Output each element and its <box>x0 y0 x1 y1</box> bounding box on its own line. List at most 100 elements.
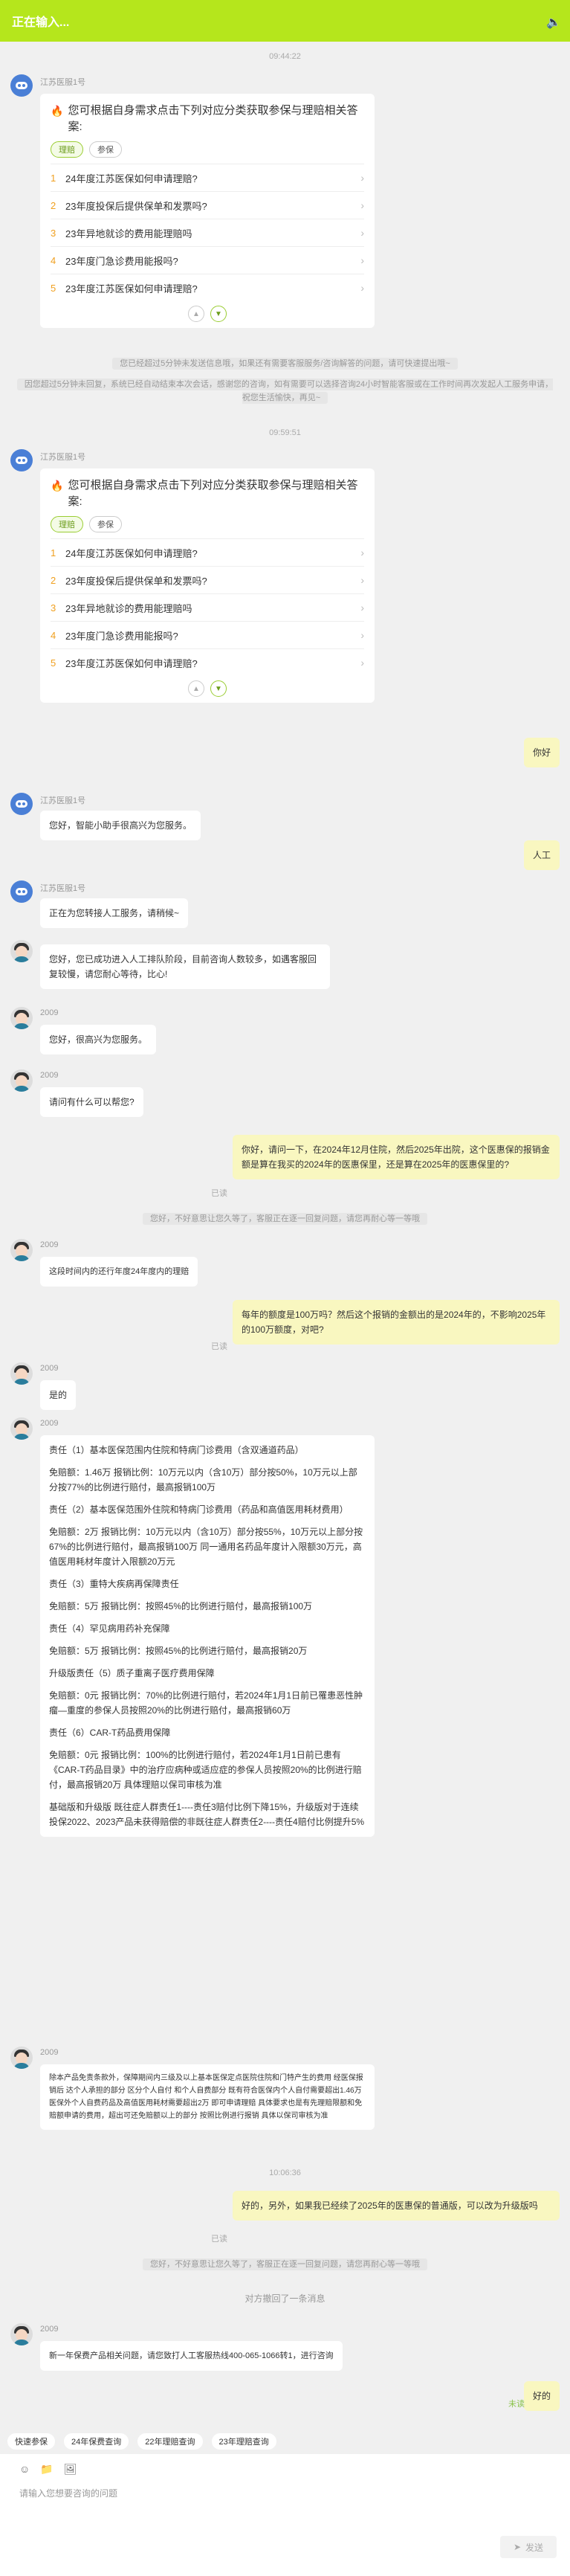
sender-name: 2009 <box>40 1008 59 1017</box>
quick-action-button[interactable]: 快速参保 <box>7 2433 55 2450</box>
chevron-right-icon: › <box>360 629 364 641</box>
chevron-right-icon: › <box>360 602 364 614</box>
user-message: 每年的额度是100万吗？然后这个报销的金额出的是2024年的，不影响2025年的… <box>233 1300 560 1345</box>
tag-claim[interactable]: 理赔 <box>51 141 83 158</box>
agent-avatar <box>10 1069 33 1092</box>
read-status: 已读 <box>211 1189 227 1198</box>
agent-message: 请问有什么可以帮您? <box>40 1087 143 1117</box>
chevron-right-icon: › <box>360 172 364 184</box>
tag-insure[interactable]: 参保 <box>89 141 122 158</box>
sender-name: 2009 <box>40 1071 59 1080</box>
faq-card: 🔥 您可根据自身需求点击下列对应分类获取参保与理赔相关答案: 理赔 参保 1 24年… <box>40 94 375 328</box>
chevron-right-icon: › <box>360 282 364 294</box>
agent-message: 责任（1）基本医保范围内住院和特病门诊费用（含双通道药品） 免赔额：1.46万 … <box>40 1435 375 1837</box>
agent-avatar <box>10 1007 33 1029</box>
chevron-right-icon: › <box>360 574 364 586</box>
user-message: 人工 <box>523 840 560 870</box>
send-button[interactable]: ➤ 发送 <box>500 2536 557 2558</box>
user-message: 你好 <box>523 738 560 767</box>
chevron-right-icon: › <box>360 547 364 558</box>
agent-avatar <box>10 940 33 962</box>
sender-name: 2009 <box>40 1419 59 1428</box>
fire-icon: 🔥 <box>51 480 64 492</box>
emoji-icon[interactable]: ☺ <box>19 2463 30 2476</box>
quick-action-button[interactable]: 22年理赔查询 <box>137 2433 203 2450</box>
chevron-up-icon[interactable]: ▲ <box>188 306 204 322</box>
input-bar: ☺ 📁 🖼 请输入您想要咨询的问题 ➤ 发送 <box>0 2454 570 2576</box>
user-message: 好的，另外，如果我已经续了2025年的医惠保的普通版，可以改为升级版吗 <box>233 2191 560 2221</box>
agent-avatar <box>10 1362 33 1385</box>
agent-message: 这段时间内的还行年度24年度内的理赔 <box>40 1257 198 1287</box>
quick-action-button[interactable]: 24年保费查询 <box>64 2433 129 2450</box>
system-notice: 您好，不好意思让您久等了，客服正在逐一回复问题，请您再耐心等一等哦 <box>15 1212 555 1226</box>
chevron-right-icon: › <box>360 254 364 266</box>
agent-avatar <box>10 2323 33 2345</box>
faq-item[interactable]: 1 24年度江苏医保如何申请理赔? › <box>51 538 364 566</box>
faq-card: 🔥 您可根据自身需求点击下列对应分类获取参保与理赔相关答案: 理赔 参保 1 24年… <box>40 468 375 703</box>
chevron-down-icon[interactable]: ▼ <box>210 306 227 322</box>
faq-question: 您可根据自身需求点击下列对应分类获取参保与理赔相关答案: <box>68 479 358 508</box>
faq-item[interactable]: 4 23年度门急诊费用能报吗? › <box>51 621 364 648</box>
bot-avatar <box>10 793 33 815</box>
sender-name: 2009 <box>40 2325 59 2334</box>
agent-message: 您好，您已成功进入人工排队阶段，目前咨询人数较多，如遇客服回复较慢，请您耐心等待… <box>40 944 330 989</box>
timestamp: 09:59:51 <box>269 428 301 437</box>
read-status: 已读 <box>211 1342 227 1351</box>
faq-item[interactable]: 1 24年度江苏医保如何申请理赔? › <box>51 164 364 191</box>
faq-item[interactable]: 5 23年度江苏医保如何申请理赔? › <box>51 274 364 301</box>
sender-name: 江苏医服1号 <box>40 453 86 462</box>
chevron-right-icon: › <box>360 227 364 239</box>
tag-insure[interactable]: 参保 <box>89 516 122 532</box>
sender-name: 2009 <box>40 2048 59 2057</box>
agent-message: 新一年保费产品相关问题，请您致打人工客服热线400-065-1066转1，进行咨… <box>40 2341 343 2371</box>
faq-item[interactable]: 5 23年度江苏医保如何申请理赔? › <box>51 648 364 676</box>
message-input[interactable]: 请输入您想要咨询的问题 <box>19 2487 117 2499</box>
send-icon: ➤ <box>513 2542 522 2552</box>
unread-status: 未读 <box>508 2400 525 2409</box>
bot-message: 您好，智能小助手很高兴为您服务。 <box>40 811 201 840</box>
faq-item[interactable]: 2 23年度投保后提供保单和发票吗? › <box>51 191 364 219</box>
sender-name: 2009 <box>40 1240 59 1249</box>
chat-area[interactable]: 09:44:22 江苏医服1号 🔥 您可根据自身需求点击下列对应分类获取参保与理赔… <box>0 42 570 2451</box>
agent-avatar <box>10 2047 33 2069</box>
faq-item[interactable]: 3 23年异地就诊的费用能理赔吗 › <box>51 219 364 246</box>
read-status: 已读 <box>211 2235 227 2244</box>
agent-message: 您好，很高兴为您服务。 <box>40 1025 157 1054</box>
sender-name: 江苏医服1号 <box>40 78 86 87</box>
quick-actions: 快速参保 24年保费查询 22年理赔查询 23年理赔查询 <box>0 2430 570 2453</box>
speaker-icon[interactable]: 🔈 <box>546 15 561 29</box>
system-notice: 因您超过5分钟未回复，系统已经自动结束本次会话，感谢您的咨询，如有需要可以选择咨… <box>15 378 555 405</box>
system-notice: 您好，不好意思让您久等了，客服正在逐一回复问题，请您再耐心等一等哦 <box>15 2258 555 2271</box>
faq-item[interactable]: 2 23年度投保后提供保单和发票吗? › <box>51 566 364 593</box>
quick-action-button[interactable]: 23年理赔查询 <box>211 2433 276 2450</box>
fire-icon: 🔥 <box>51 105 64 117</box>
agent-avatar <box>10 1417 33 1440</box>
tag-claim[interactable]: 理赔 <box>51 516 83 532</box>
bot-message: 正在为您转接人工服务，请稍候~ <box>40 898 189 928</box>
chevron-right-icon: › <box>360 657 364 669</box>
sender-name: 江苏医服1号 <box>40 884 86 893</box>
folder-icon[interactable]: 📁 <box>40 2463 53 2476</box>
timestamp: 10:06:36 <box>269 2168 301 2177</box>
faq-item[interactable]: 3 23年异地就诊的费用能理赔吗 › <box>51 593 364 621</box>
recall-notice: 对方撤回了一条消息 <box>244 2293 326 2304</box>
sender-name: 江苏医服1号 <box>40 796 86 805</box>
agent-message: 除本产品免责条款外，保障期间内三级及以上基本医保定点医院住院和门特产生的费用 经… <box>40 2064 375 2130</box>
faq-question: 您可根据自身需求点击下列对应分类获取参保与理赔相关答案: <box>68 104 358 133</box>
image-icon[interactable]: 🖼 <box>64 2463 77 2476</box>
system-notice: 您已经超过5分钟未发送信息哦，如果还有需要客服服务/咨询解答的问题，请可快速提出… <box>15 357 555 370</box>
top-bar: 正在输入... 🔈 <box>0 0 570 42</box>
bot-avatar <box>10 880 33 903</box>
typing-status: 正在输入... <box>12 16 70 29</box>
agent-avatar <box>10 1239 33 1261</box>
user-message: 好的 <box>523 2381 560 2411</box>
bot-avatar <box>10 74 33 97</box>
sender-name: 2009 <box>40 1364 59 1373</box>
chevron-down-icon[interactable]: ▼ <box>210 680 227 697</box>
bot-avatar <box>10 449 33 471</box>
faq-item[interactable]: 4 23年度门急诊费用能报吗? › <box>51 246 364 274</box>
agent-message: 是的 <box>40 1380 77 1410</box>
chevron-up-icon[interactable]: ▲ <box>188 680 204 697</box>
timestamp: 09:44:22 <box>269 52 301 61</box>
user-message: 你好，请问一下，在2024年12月住院，然后2025年出院，这个医惠保的报销金额… <box>233 1135 560 1179</box>
